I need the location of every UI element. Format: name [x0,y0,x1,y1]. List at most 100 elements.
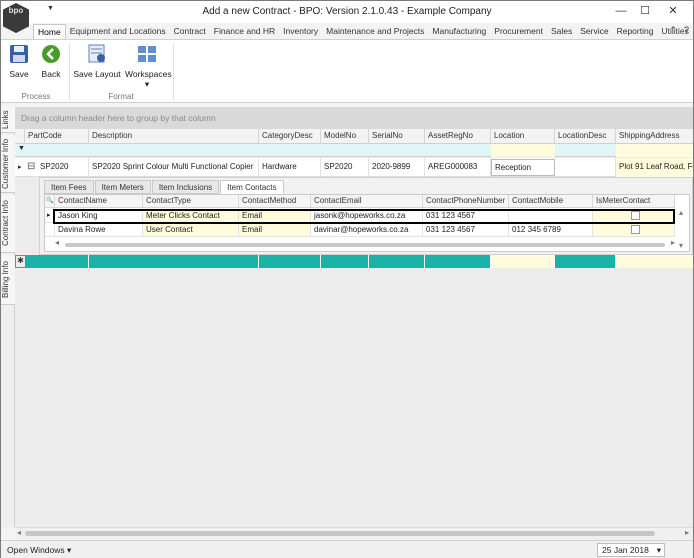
scroll-up-icon[interactable]: ▴ [679,208,683,217]
search-icon[interactable]: 🔍 [45,195,55,208]
cell-contactname[interactable]: Davina Rowe [55,223,143,237]
cell-contactemail[interactable]: davinar@hopeworks.co.za [311,223,423,237]
new-cell-modelno[interactable] [321,255,369,268]
back-button[interactable]: Back [39,43,63,79]
header-contactmethod[interactable]: ContactMethod [239,195,311,208]
new-cell-locationdesc[interactable] [555,255,616,268]
header-shippingaddress[interactable]: ShippingAddress [616,129,693,144]
cell-contactname[interactable]: Jason King [55,209,143,223]
side-tab-contract-info[interactable]: Contract Info [1,195,15,253]
cell-contactphonenumber[interactable]: 031 123 4567 [423,209,509,223]
side-tab-customer-info[interactable]: Customer Info [1,135,15,193]
tab-item-inclusions[interactable]: Item Inclusions [151,180,220,194]
new-cell-shippingaddress[interactable] [616,255,693,268]
header-contacttype[interactable]: ContactType [143,195,239,208]
header-partcode[interactable]: PartCode [25,129,89,144]
cell-contactmethod[interactable]: Email [239,223,311,237]
expand-collapse-icon[interactable]: ⊟ [27,161,35,172]
new-cell-categorydesc[interactable] [259,255,321,268]
detail-horizontal-scrollbar[interactable]: ◂ ▸ [55,238,675,249]
header-categorydesc[interactable]: CategoryDesc [259,129,321,144]
date-picker[interactable]: 25 Jan 2018 ▾ [597,543,665,557]
header-description[interactable]: Description [89,129,259,144]
ismetercontact-checkbox[interactable] [630,225,640,234]
tab-service[interactable]: Service [576,24,612,40]
header-location[interactable]: Location [491,129,555,144]
cell-contacttype[interactable]: Meter Clicks Contact [143,209,239,223]
filter-cell-location[interactable] [491,144,555,157]
header-contactemail[interactable]: ContactEmail [311,195,423,208]
cell-assetregno[interactable]: AREG000083 [425,158,491,177]
new-cell-assetregno[interactable] [425,255,491,268]
tab-sales[interactable]: Sales [547,24,576,40]
cell-location[interactable]: Reception [491,159,555,176]
scroll-thumb[interactable] [25,531,655,536]
close-button[interactable]: ✕ [665,4,681,18]
tab-reporting[interactable]: Reporting [613,24,658,40]
table-row[interactable]: ▸ ⊟ SP2020 SP2020 Sprint Colour Multi Fu… [15,158,693,177]
header-contactmobile[interactable]: ContactMobile [509,195,593,208]
side-tab-links[interactable]: Links [1,107,15,133]
collapse-ribbon-icon[interactable]: ⌃ [669,25,677,36]
cell-modelno[interactable]: SP2020 [321,158,369,177]
filter-cell-shippingaddress[interactable] [616,144,693,157]
minimize-button[interactable]: — [613,4,629,18]
cell-ismetercontact[interactable] [593,209,675,223]
date-dropdown-icon[interactable]: ▾ [657,544,661,557]
header-contactname[interactable]: ContactName [55,195,143,208]
cell-contactphonenumber[interactable]: 031 123 4567 [423,223,509,237]
header-ismetercontact[interactable]: IsMeterContact [593,195,675,208]
new-cell-description[interactable] [89,255,259,268]
header-modelno[interactable]: ModelNo [321,129,369,144]
tab-item-fees[interactable]: Item Fees [44,180,94,194]
tab-item-meters[interactable]: Item Meters [94,180,151,194]
header-assetregno[interactable]: AssetRegNo [425,129,491,144]
workspaces-button[interactable]: Workspaces ▾ [125,43,172,90]
maximize-button[interactable]: ☐ [637,4,653,18]
cell-contactmethod[interactable]: Email [239,209,311,223]
save-button[interactable]: Save [7,43,31,79]
cell-locationdesc[interactable] [555,158,616,177]
new-item-row[interactable]: ✱ [15,255,693,268]
group-by-panel[interactable]: Drag a column header here to group by th… [15,107,693,129]
scroll-right-icon[interactable]: ▸ [671,238,675,247]
header-serialno[interactable]: SerialNo [369,129,425,144]
new-cell-location[interactable] [491,255,555,268]
tab-home[interactable]: Home [33,24,66,40]
cell-categorydesc[interactable]: Hardware [259,158,321,177]
tab-item-contacts[interactable]: Item Contacts [220,180,284,194]
cell-serialno[interactable]: 2020-9899 [369,158,425,177]
new-cell-serialno[interactable] [369,255,425,268]
cell-ismetercontact[interactable] [593,223,675,237]
detail-vertical-scrollbar[interactable]: ▴ ▾ [677,208,688,250]
cell-shippingaddress[interactable]: Plot 91 Leaf Road, Fo [616,158,693,177]
tab-manufacturing[interactable]: Manufacturing [428,24,490,40]
open-windows-button[interactable]: Open Windows ▾ [7,545,71,556]
cell-contactemail[interactable]: jasonk@hopeworks.co.za [311,209,423,223]
scroll-left-icon[interactable]: ◂ [55,238,59,247]
scroll-right-icon[interactable]: ▸ [685,528,689,537]
main-horizontal-scrollbar[interactable]: ◂ ▸ [15,527,693,539]
side-tab-billing-info[interactable]: Billing Info [1,255,15,305]
ismetercontact-checkbox[interactable] [630,211,640,220]
cell-partcode[interactable]: SP2020 [37,158,89,177]
tab-equipment-and-locations[interactable]: Equipment and Locations [66,24,170,40]
tab-finance-and-hr[interactable]: Finance and HR [210,24,279,40]
scroll-left-icon[interactable]: ◂ [17,528,21,537]
cell-contactmobile[interactable] [509,209,593,223]
tab-contract[interactable]: Contract [170,24,210,40]
header-locationdesc[interactable]: LocationDesc [555,129,616,144]
scroll-thumb[interactable] [65,243,665,247]
help-icon[interactable]: ? [684,25,689,36]
table-row[interactable]: Davina Rowe User Contact Email davinar@h… [45,223,675,237]
header-contactphonenumber[interactable]: ContactPhoneNumber [423,195,509,208]
scroll-down-icon[interactable]: ▾ [679,241,683,250]
save-layout-button[interactable]: Save Layout [73,43,121,79]
cell-description[interactable]: SP2020 Sprint Colour Multi Functional Co… [89,158,259,177]
tab-maintenance-and-projects[interactable]: Maintenance and Projects [322,24,428,40]
cell-contactmobile[interactable]: 012 345 6789 [509,223,593,237]
cell-contacttype[interactable]: User Contact [143,223,239,237]
table-row[interactable]: ▸ Jason King Meter Clicks Contact Email … [45,209,675,223]
tab-procurement[interactable]: Procurement [490,24,547,40]
new-cell-partcode[interactable] [25,255,89,268]
